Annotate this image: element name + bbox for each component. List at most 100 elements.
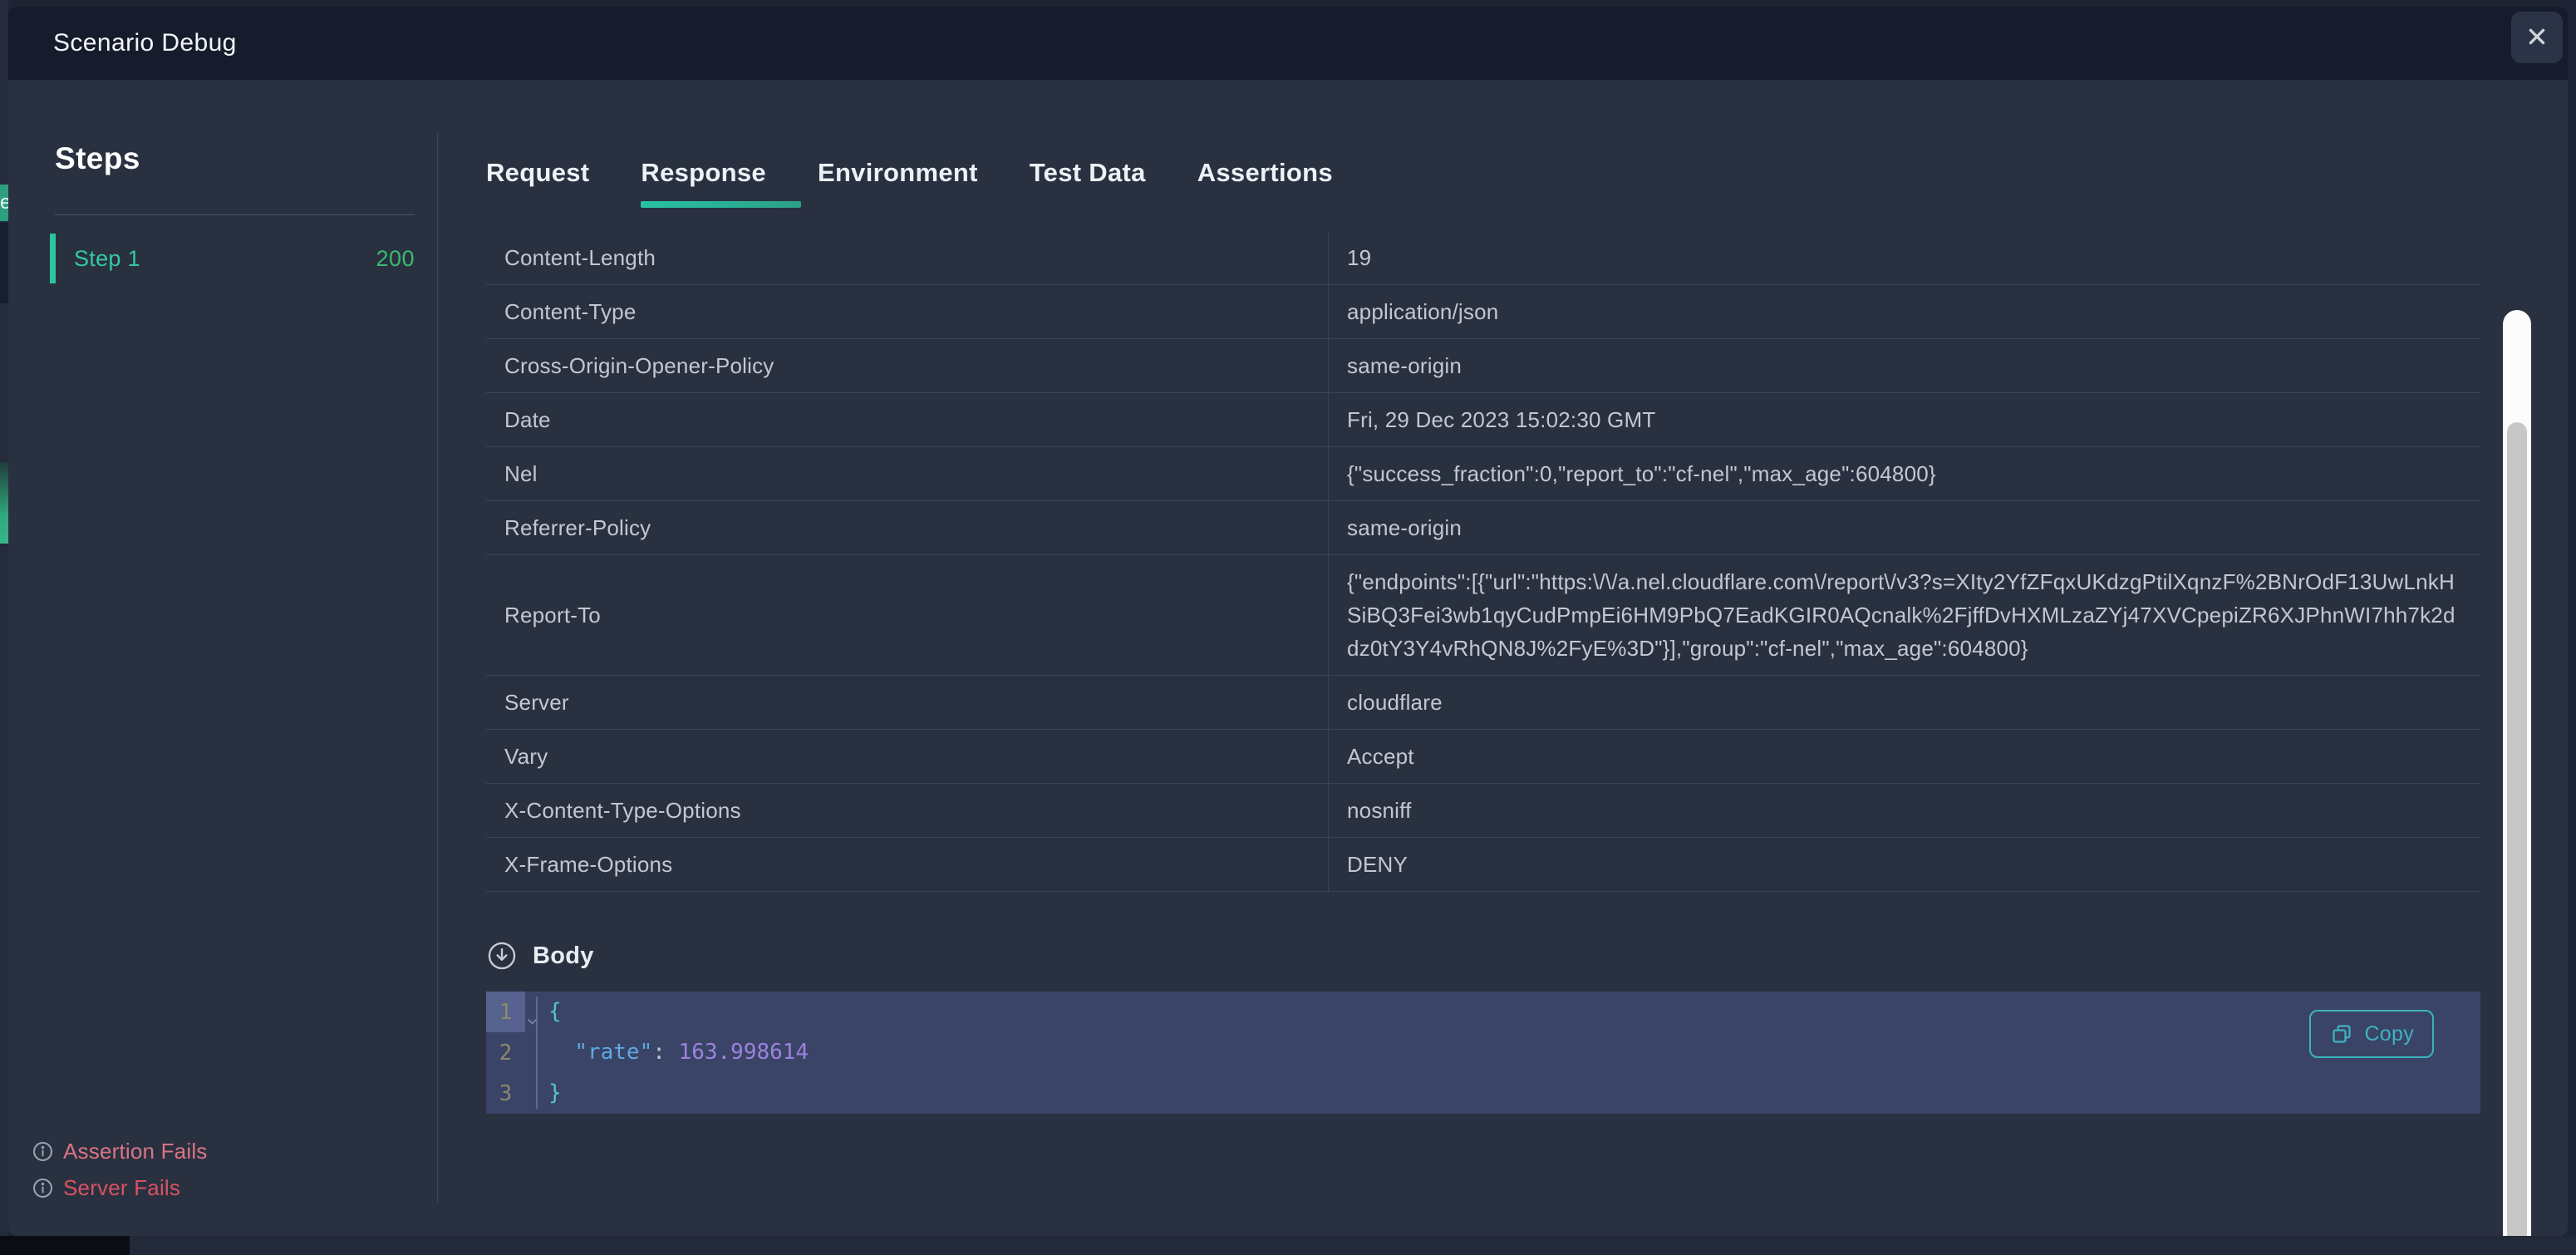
tab-assertions[interactable]: Assertions (1197, 158, 1333, 208)
token-number: 163.998614 (679, 1040, 809, 1065)
header-name: X-Content-Type-Options (486, 784, 1328, 837)
token-plain (548, 1040, 574, 1065)
code-line-1: { (548, 992, 2480, 1032)
code-line-2: "rate": 163.998614 (548, 1032, 2480, 1073)
step-status-badge: 200 (376, 246, 415, 272)
copy-button[interactable]: Copy (2309, 1010, 2434, 1058)
header-row-report-to: Report-To{"endpoints":[{"url":"https:\/\… (486, 555, 2480, 676)
header-name: Report-To (486, 555, 1328, 675)
header-value-text: same-origin (1347, 511, 1462, 544)
modal-title: Scenario Debug (53, 29, 237, 57)
step-label: Step 1 (74, 246, 140, 272)
tab-environment[interactable]: Environment (818, 158, 978, 208)
fold-chevron-icon[interactable] (527, 1006, 538, 1031)
header-name: Server (486, 676, 1328, 729)
header-value: {"endpoints":[{"url":"https:\/\/a.nel.cl… (1328, 555, 2480, 675)
code-content: { "rate": 163.998614} (538, 992, 2480, 1114)
close-button[interactable] (2511, 12, 2563, 63)
header-row-nel: Nel {"success_fraction":0,"report_to":"cf… (486, 447, 2480, 501)
gutter-line-2: 2 (486, 1032, 525, 1073)
copy-icon (2329, 1021, 2354, 1046)
footer-link-assertion-fails[interactable]: Assertion Fails (32, 1139, 208, 1164)
token-brace: { (548, 999, 562, 1024)
copy-button-label: Copy (2364, 1022, 2414, 1046)
header-value: application/json (1328, 285, 2480, 338)
close-icon (2525, 25, 2549, 51)
background-page-bottom-edge (0, 1236, 2576, 1255)
main-content: Request Response Environment Test Data Asser… (438, 80, 2568, 1236)
header-value-text: {"success_fraction":0,"report_to":"cf-ne… (1347, 457, 1936, 490)
download-circle-icon[interactable] (486, 940, 518, 972)
modal-body: Steps Step 1 200 Assertion Fails Server Fa… (8, 80, 2568, 1236)
header-value-text: DENY (1347, 848, 1408, 881)
header-value-text: application/json (1347, 295, 1498, 328)
steps-heading: Steps (55, 141, 438, 176)
header-row-date: Date Fri, 29 Dec 2023 15:02:30 GMT (486, 393, 2480, 447)
header-name: Cross-Origin-Opener-Policy (486, 339, 1328, 392)
header-name: Vary (486, 730, 1328, 783)
footer-link-label: Assertion Fails (63, 1139, 208, 1164)
header-value: cloudflare (1328, 676, 2480, 729)
header-name: Date (486, 393, 1328, 446)
header-value: Accept (1328, 730, 2480, 783)
body-heading-label: Body (533, 942, 594, 970)
scrollbar-track[interactable] (2503, 310, 2531, 1236)
code-line-3: } (548, 1073, 2480, 1114)
header-name: X-Frame-Options (486, 838, 1328, 891)
header-value-text: {"endpoints":[{"url":"https:\/\/a.nel.cl… (1347, 565, 2456, 665)
header-name: Referrer-Policy (486, 501, 1328, 554)
header-row-x-content-type-options: X-Content-Type-Options nosniff (486, 784, 2480, 838)
token-brace: } (548, 1080, 562, 1105)
background-page-left-edge: e (0, 0, 8, 1255)
header-row-x-frame-options: X-Frame-Options DENY (486, 838, 2480, 892)
footer-link-label: Server Fails (63, 1175, 180, 1201)
header-name: Nel (486, 447, 1328, 500)
header-value: Fri, 29 Dec 2023 15:02:30 GMT (1328, 393, 2480, 446)
sidebar-divider (55, 214, 415, 215)
background-bottom-left-block (0, 1236, 130, 1255)
header-value-text: Fri, 29 Dec 2023 15:02:30 GMT (1347, 403, 1655, 436)
footer-link-server-fails[interactable]: Server Fails (32, 1175, 208, 1201)
steps-sidebar: Steps Step 1 200 Assertion Fails Server Fa… (8, 80, 438, 1236)
header-row-referrer-policy: Referrer-Policy same-origin (486, 501, 2480, 555)
code-gutter: 123 (486, 992, 538, 1114)
sidebar-footer: Assertion Fails Server Fails (32, 1139, 208, 1201)
token-plain: : (652, 1040, 678, 1065)
response-headers-table: Content-Length 19 Content-Typeapplication/… (486, 231, 2480, 892)
header-value-text: 19 (1347, 241, 1371, 274)
tab-test-data[interactable]: Test Data (1030, 158, 1146, 208)
header-row-content-length: Content-Length 19 (486, 231, 2480, 285)
gutter-line-1: 1 (486, 992, 525, 1032)
header-row-cross-origin-opener-policy: Cross-Origin-Opener-Policysame-origin (486, 339, 2480, 393)
header-value: nosniff (1328, 784, 2480, 837)
header-value: 19 (1328, 231, 2480, 284)
background-dark-block (0, 223, 8, 303)
gutter-line-3: 3 (486, 1073, 525, 1114)
background-green-badge: e (0, 185, 8, 221)
header-value: {"success_fraction":0,"report_to":"cf-ne… (1328, 447, 2480, 500)
body-section-heading: Body (486, 940, 2568, 972)
info-icon (32, 1140, 54, 1163)
background-green-block (0, 462, 8, 544)
header-value-text: nosniff (1347, 794, 1412, 827)
tab-request[interactable]: Request (486, 158, 589, 208)
header-row-server: Server cloudflare (486, 676, 2480, 730)
tab-bar: Request Response Environment Test Data Asser… (486, 158, 2568, 208)
header-value: DENY (1328, 838, 2480, 891)
header-value-text: Accept (1347, 740, 1414, 773)
modal-titlebar: Scenario Debug (8, 7, 2568, 80)
header-row-vary: Vary Accept (486, 730, 2480, 784)
response-body-code-block: 123 { "rate": 163.998614} Copy (486, 992, 2480, 1114)
token-key: "rate" (574, 1040, 652, 1065)
header-value: same-origin (1328, 339, 2480, 392)
header-row-content-type: Content-Typeapplication/json (486, 285, 2480, 339)
header-value: same-origin (1328, 501, 2480, 554)
scenario-debug-modal: Scenario Debug Steps Step 1 200 Assertion… (8, 7, 2568, 1236)
info-icon (32, 1177, 54, 1199)
scrollbar-thumb[interactable] (2507, 422, 2527, 1236)
header-name: Content-Length (486, 231, 1328, 284)
tab-response[interactable]: Response (641, 158, 766, 208)
step-list: Step 1 200 (50, 234, 438, 283)
sidebar-step-step-1[interactable]: Step 1 200 (50, 234, 415, 283)
header-value-text: cloudflare (1347, 686, 1443, 719)
